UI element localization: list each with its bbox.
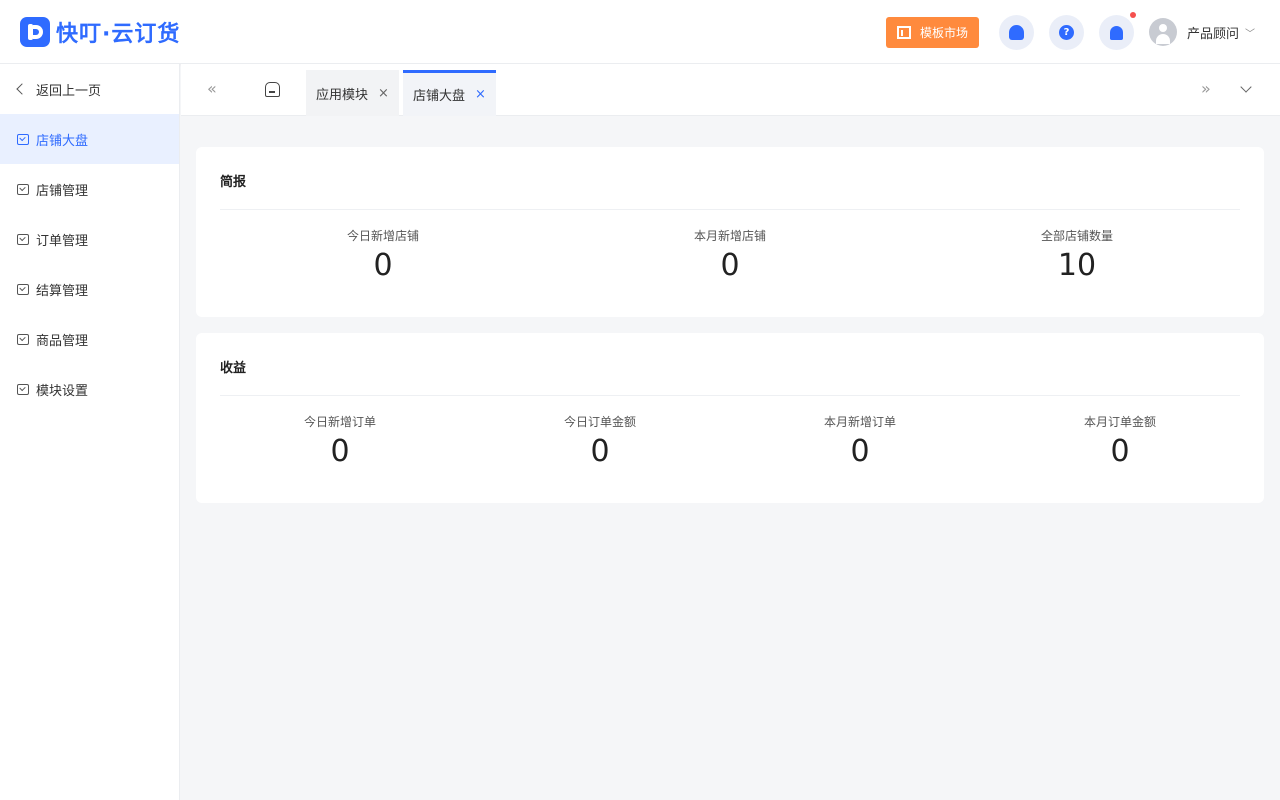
sidebar-item-label: 结算管理: [36, 283, 89, 299]
back-label: 返回上一页: [36, 83, 102, 99]
notification-dot: [1130, 12, 1136, 18]
stat-label: 今日订单金额: [563, 415, 636, 429]
tab-bar: « 应用模块 × 店铺大盘 × »: [181, 64, 1280, 116]
user-name: 产品顾问: [1187, 26, 1240, 42]
divider: [220, 209, 1240, 210]
close-icon[interactable]: ×: [378, 86, 389, 101]
sidebar-item-store-management[interactable]: 店铺管理: [0, 164, 179, 214]
template-icon: [896, 26, 911, 39]
sidebar-item-label: 店铺管理: [36, 183, 89, 199]
template-market-label: 模板市场: [919, 26, 968, 40]
home-icon[interactable]: [265, 82, 280, 97]
stat-value: 0: [330, 434, 350, 469]
divider: [220, 395, 1240, 396]
sidebar-item-product-management[interactable]: 商品管理: [0, 314, 179, 364]
user-menu[interactable]: 产品顾问 ﹀: [1149, 18, 1255, 46]
stat-new-stores-month: 本月新增店铺 0: [660, 227, 800, 285]
avatar: [1149, 18, 1177, 46]
stat-value: 0: [1110, 434, 1130, 469]
chevron-down-icon: ﹀: [1245, 28, 1256, 40]
tab-label: 店铺大盘: [413, 89, 466, 104]
menu-item-icon: [17, 183, 29, 195]
stat-value: 0: [373, 248, 393, 283]
sidebar-item-module-settings[interactable]: 模块设置: [0, 364, 179, 414]
revenue-card: 收益 今日新增订单 0 今日订单金额 0 本月新增订单 0 本月订单金额 0: [196, 333, 1264, 503]
stat-value: 0: [590, 434, 610, 469]
tabs-scroll-right-icon[interactable]: »: [1201, 79, 1211, 98]
stat-label: 本月新增订单: [823, 415, 896, 429]
menu-item-icon: [17, 333, 29, 345]
stat-label: 今日新增店铺: [346, 229, 419, 243]
stat-new-orders-month: 本月新增订单 0: [790, 413, 930, 471]
close-icon[interactable]: ×: [475, 87, 486, 102]
help-icon: ?: [1059, 25, 1074, 40]
tab-app-modules[interactable]: 应用模块 ×: [306, 70, 399, 116]
chevron-down-icon[interactable]: [1240, 81, 1252, 93]
tab-store-dashboard[interactable]: 店铺大盘 ×: [403, 70, 496, 116]
stat-value: 0: [720, 248, 740, 283]
menu-item-icon: [17, 283, 29, 295]
stat-label: 本月新增店铺: [693, 229, 766, 243]
tab-label: 应用模块: [316, 87, 369, 103]
logo-text: 快叮·云订货: [56, 22, 181, 47]
card-title: 收益: [220, 361, 247, 376]
card-title: 简报: [220, 175, 247, 190]
help-button[interactable]: ?: [1049, 15, 1084, 50]
tabs-scroll-left-icon[interactable]: «: [207, 79, 217, 98]
sidebar: 返回上一页 店铺大盘 店铺管理 订单管理 结算管理 商品管理 模块设置: [0, 64, 180, 800]
stat-label: 本月订单金额: [1083, 415, 1156, 429]
stat-new-stores-today: 今日新增店铺 0: [313, 227, 453, 285]
bell-icon: [1110, 25, 1123, 40]
menu-item-icon: [17, 383, 29, 395]
stat-label: 今日新增订单: [303, 415, 376, 429]
stat-order-amount-today: 今日订单金额 0: [530, 413, 670, 471]
sidebar-item-label: 商品管理: [36, 333, 89, 349]
template-market-button[interactable]: 模板市场: [886, 17, 979, 48]
stat-label: 全部店铺数量: [1040, 229, 1113, 243]
sidebar-item-label: 模块设置: [36, 383, 89, 399]
brief-card: 简报 今日新增店铺 0 本月新增店铺 0 全部店铺数量 10: [196, 147, 1264, 317]
app-logo[interactable]: 快叮·云订货: [20, 16, 180, 48]
notification-button[interactable]: [1099, 15, 1134, 50]
stat-value: 0: [850, 434, 870, 469]
customer-service-icon: [1009, 25, 1024, 40]
sidebar-item-store-dashboard[interactable]: 店铺大盘: [0, 114, 179, 164]
stat-new-orders-today: 今日新增订单 0: [270, 413, 410, 471]
chevron-left-icon: [16, 83, 28, 95]
stat-total-stores: 全部店铺数量 10: [1007, 227, 1147, 285]
stat-value: 10: [1057, 248, 1097, 283]
sidebar-item-label: 订单管理: [36, 233, 89, 249]
sidebar-item-settlement-management[interactable]: 结算管理: [0, 264, 179, 314]
menu-item-icon: [17, 233, 29, 245]
sidebar-item-label: 店铺大盘: [36, 133, 89, 149]
back-button[interactable]: 返回上一页: [0, 64, 179, 114]
logo-icon: [20, 17, 50, 47]
sidebar-item-order-management[interactable]: 订单管理: [0, 214, 179, 264]
stat-order-amount-month: 本月订单金额 0: [1050, 413, 1190, 471]
top-header: 快叮·云订货 模板市场 ? 产品顾问 ﹀: [0, 0, 1280, 64]
customer-service-button[interactable]: [999, 15, 1034, 50]
menu-item-icon: [17, 133, 29, 145]
